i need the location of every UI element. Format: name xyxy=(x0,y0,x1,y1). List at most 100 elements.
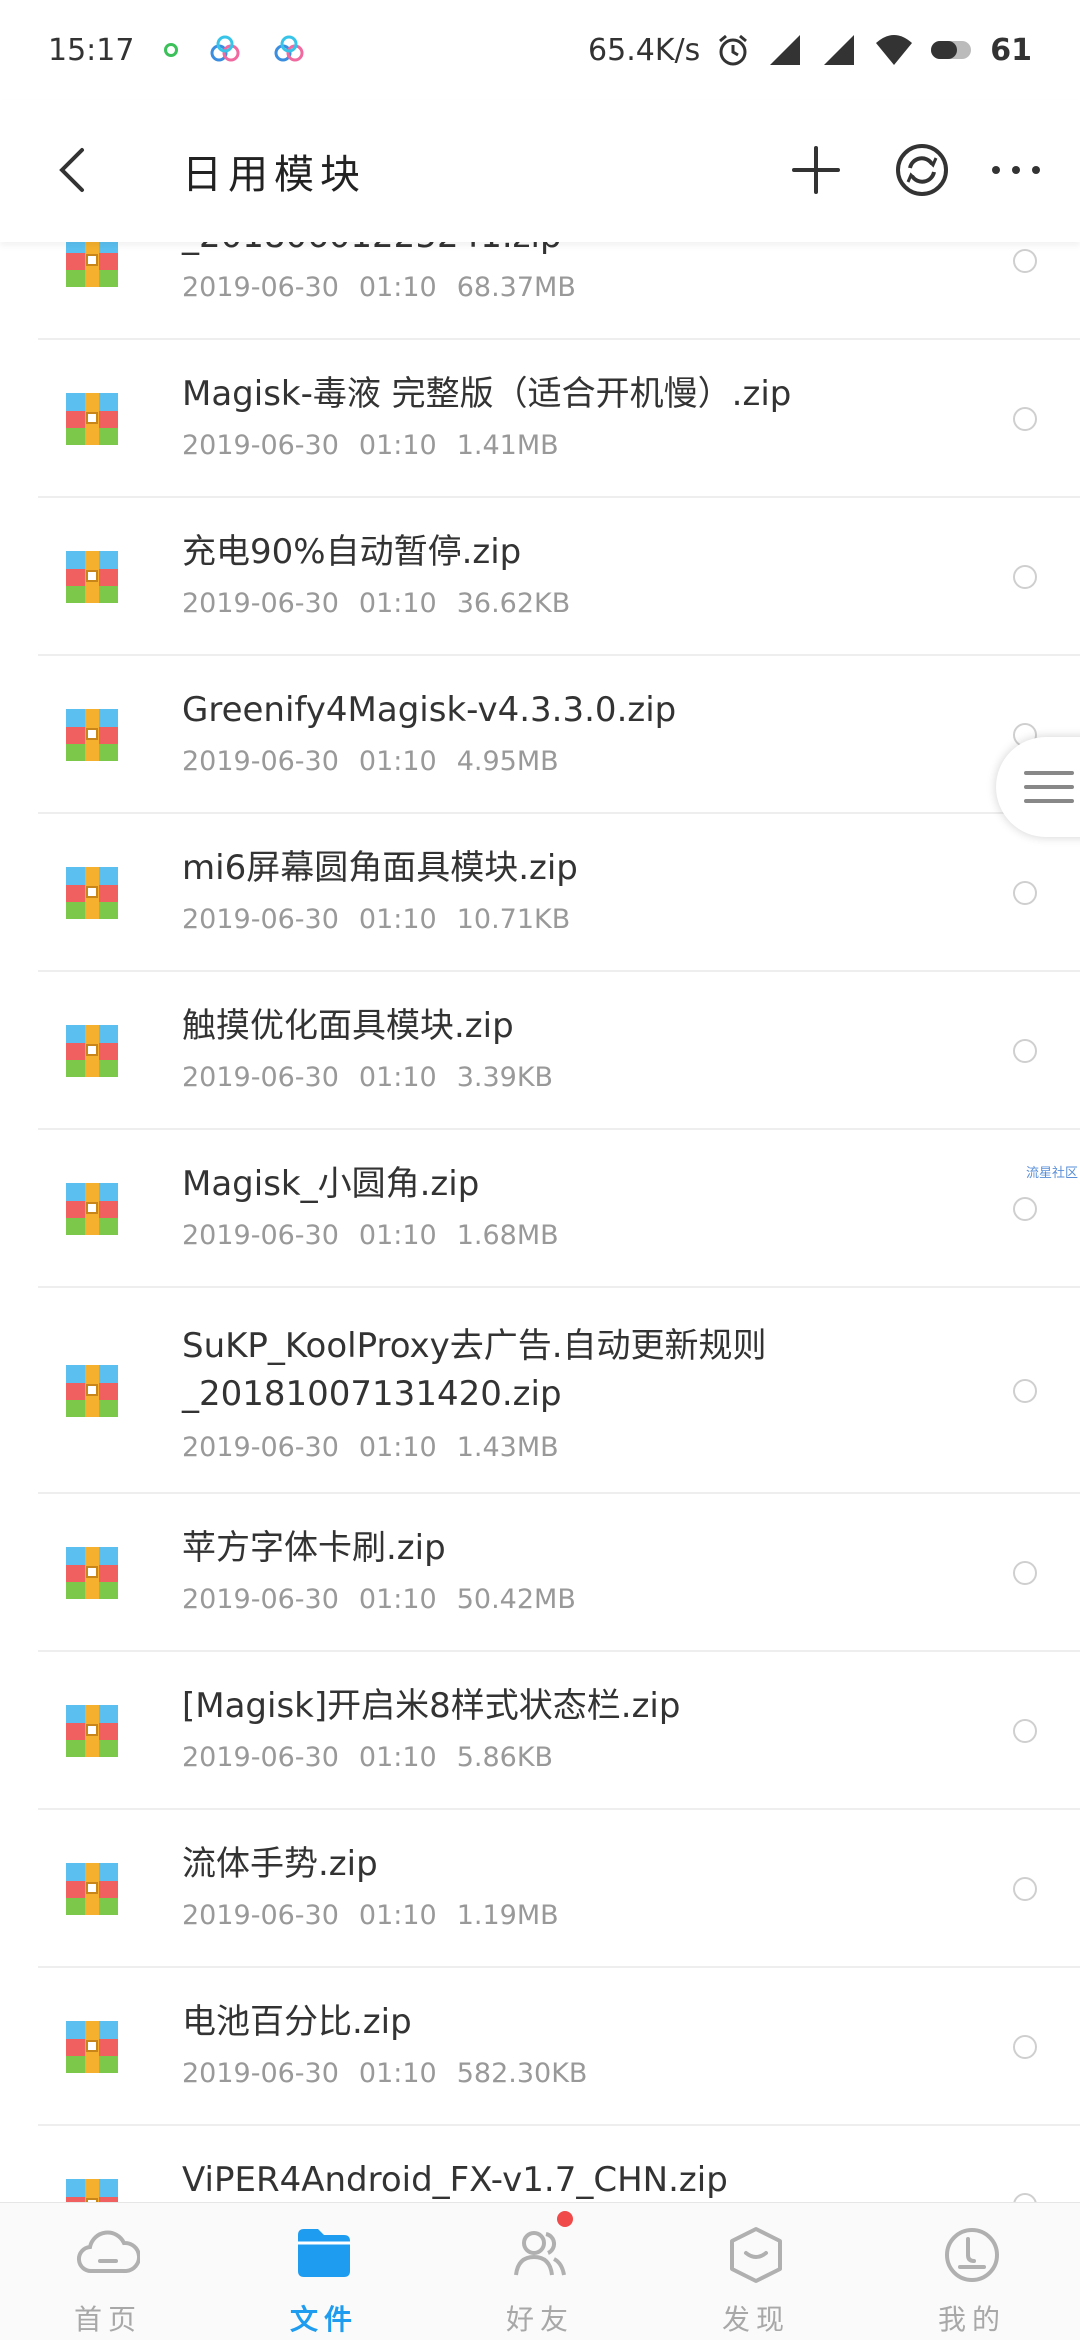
baidu-netdisk-notification-icon-2 xyxy=(274,35,304,62)
select-radio[interactable] xyxy=(1013,565,1037,589)
file-row[interactable]: 苹方字体卡刷.zip 2019-06-30 01:10 50.42MB xyxy=(0,1494,1080,1652)
zip-archive-icon xyxy=(66,2021,118,2073)
tab-files-label: 文件 xyxy=(289,2303,358,2336)
file-date: 2019-06-30 xyxy=(182,1584,339,1615)
file-meta: 2019-06-30 01:10 4.95MB xyxy=(182,746,579,777)
file-date: 2019-06-30 xyxy=(182,588,339,619)
tab-home[interactable]: 首页 xyxy=(0,2203,216,2340)
sync-icon[interactable] xyxy=(890,138,954,202)
tab-profile-label: 我的 xyxy=(937,2303,1006,2336)
tab-friends[interactable]: 好友 xyxy=(432,2203,648,2340)
file-date: 2019-06-30 xyxy=(182,1062,339,1093)
file-meta: 2019-06-30 01:10 3.39KB xyxy=(182,1062,573,1093)
friends-badge xyxy=(557,2211,574,2227)
more-icon[interactable] xyxy=(984,138,1048,202)
tab-discover[interactable]: 发现 xyxy=(648,2203,864,2340)
file-name: Greenify4Magisk-v4.3.3.0.zip xyxy=(182,690,677,730)
app-notification-icon xyxy=(164,43,179,57)
file-row[interactable]: _20180601225241.zip 2019-06-30 01:10 68.37M… xyxy=(0,242,1080,340)
select-radio[interactable] xyxy=(1013,881,1037,905)
signal-hd-icon xyxy=(770,35,801,65)
file-size: 3.39KB xyxy=(456,1062,554,1093)
folder-icon xyxy=(298,2229,350,2277)
zip-archive-icon xyxy=(66,1705,118,1757)
alarm-icon xyxy=(719,34,748,66)
select-radio[interactable] xyxy=(1013,2035,1037,2059)
file-meta: 2019-06-30 01:10 68.37MB xyxy=(182,272,596,303)
cloud-icon xyxy=(77,2230,140,2274)
page-title: 日用模块 xyxy=(182,152,366,198)
zip-archive-icon xyxy=(66,551,118,603)
file-row[interactable]: ViPER4Android_FX-v1.7_CHN.zip xyxy=(0,2126,1080,2202)
file-meta: 2019-06-30 01:10 50.42MB xyxy=(182,1584,596,1615)
file-size: 10.71KB xyxy=(456,904,571,935)
select-radio[interactable] xyxy=(1013,2193,1037,2202)
file-date: 2019-06-30 xyxy=(182,2058,339,2089)
file-name: 触摸优化面具模块.zip xyxy=(182,1006,514,1046)
file-meta: 2019-06-30 01:10 1.68MB xyxy=(182,1220,579,1251)
battery-level: 61 xyxy=(990,32,1032,68)
file-row[interactable]: 流体手势.zip 2019-06-30 01:10 1.19MB xyxy=(0,1810,1080,1968)
file-row[interactable]: Magisk_小圆角.zip 2019-06-30 01:10 1.68MB xyxy=(0,1130,1080,1288)
file-row[interactable]: 电池百分比.zip 2019-06-30 01:10 582.30KB xyxy=(0,1968,1080,2126)
profile-icon xyxy=(945,2228,999,2282)
zip-archive-icon xyxy=(66,1863,118,1915)
file-size: 1.19MB xyxy=(456,1900,559,1931)
zip-archive-icon xyxy=(66,1183,118,1235)
file-name: mi6屏幕圆角面具模块.zip xyxy=(182,848,578,888)
file-size: 68.37MB xyxy=(456,272,576,303)
file-row[interactable]: mi6屏幕圆角面具模块.zip 2019-06-30 01:10 10.71KB xyxy=(0,814,1080,972)
back-arrow-icon[interactable] xyxy=(48,142,104,198)
file-row[interactable]: 触摸优化面具模块.zip 2019-06-30 01:10 3.39KB xyxy=(0,972,1080,1130)
file-name: 充电90%自动暂停.zip xyxy=(182,532,522,572)
file-time: 01:10 xyxy=(358,1220,437,1251)
select-radio[interactable] xyxy=(1013,1877,1037,1901)
file-time: 01:10 xyxy=(358,430,437,461)
tab-files[interactable]: 文件 xyxy=(216,2203,432,2340)
file-meta: 2019-06-30 01:10 1.41MB xyxy=(182,430,579,461)
battery-icon xyxy=(931,41,972,59)
file-date: 2019-06-30 xyxy=(182,1900,339,1931)
select-radio[interactable] xyxy=(1013,1039,1037,1063)
select-radio[interactable] xyxy=(1013,1379,1037,1403)
add-icon[interactable] xyxy=(784,138,848,202)
file-time: 01:10 xyxy=(358,272,437,303)
tab-profile[interactable]: 我的 xyxy=(864,2203,1080,2340)
file-row[interactable]: Magisk-毒液 完整版（适合开机慢）.zip 2019-06-30 01:10 1… xyxy=(0,340,1080,498)
file-size: 582.30KB xyxy=(456,2058,588,2089)
zip-archive-icon xyxy=(66,867,118,919)
tab-home-label: 首页 xyxy=(73,2303,142,2336)
status-time: 15:17 xyxy=(48,32,135,68)
file-date: 2019-06-30 xyxy=(182,430,339,461)
friends-icon xyxy=(514,2231,566,2276)
baidu-netdisk-notification-icon xyxy=(210,35,240,62)
select-radio[interactable] xyxy=(1013,1561,1037,1585)
zip-archive-icon xyxy=(66,709,118,761)
file-name: Magisk_小圆角.zip xyxy=(182,1164,480,1204)
file-row[interactable]: SuKP_KoolProxy去广告.自动更新规则_20181007131420.… xyxy=(0,1288,1080,1494)
file-row[interactable]: 充电90%自动暂停.zip 2019-06-30 01:10 36.62KB xyxy=(0,498,1080,656)
select-radio[interactable] xyxy=(1013,1197,1037,1221)
file-size: 50.42MB xyxy=(456,1584,576,1615)
zip-archive-icon xyxy=(66,393,118,445)
status-bar: 15:17 65.4K/s 61 xyxy=(0,0,1080,100)
file-time: 01:10 xyxy=(358,1900,437,1931)
file-row[interactable]: [Magisk]开启米8样式状态栏.zip 2019-06-30 01:10 5.86… xyxy=(0,1652,1080,1810)
file-size: 1.41MB xyxy=(456,430,559,461)
discover-icon xyxy=(730,2227,782,2283)
hamburger-icon xyxy=(1024,771,1074,803)
file-date: 2019-06-30 xyxy=(182,1432,339,1463)
select-radio[interactable] xyxy=(1013,407,1037,431)
select-radio[interactable] xyxy=(1013,249,1037,273)
select-radio[interactable] xyxy=(1013,1719,1037,1743)
file-size: 1.43MB xyxy=(456,1432,559,1463)
file-time: 01:10 xyxy=(358,588,437,619)
file-meta: 2019-06-30 01:10 5.86KB xyxy=(182,1742,573,1773)
file-date: 2019-06-30 xyxy=(182,1220,339,1251)
file-name: SuKP_KoolProxy去广告.自动更新规则_20181007131420.… xyxy=(182,1326,767,1414)
file-date: 2019-06-30 xyxy=(182,904,339,935)
file-size: 4.95MB xyxy=(456,746,559,777)
file-row[interactable]: Greenify4Magisk-v4.3.3.0.zip 2019-06-30 01… xyxy=(0,656,1080,814)
file-size: 36.62KB xyxy=(456,588,571,619)
tab-friends-label: 好友 xyxy=(505,2303,574,2336)
